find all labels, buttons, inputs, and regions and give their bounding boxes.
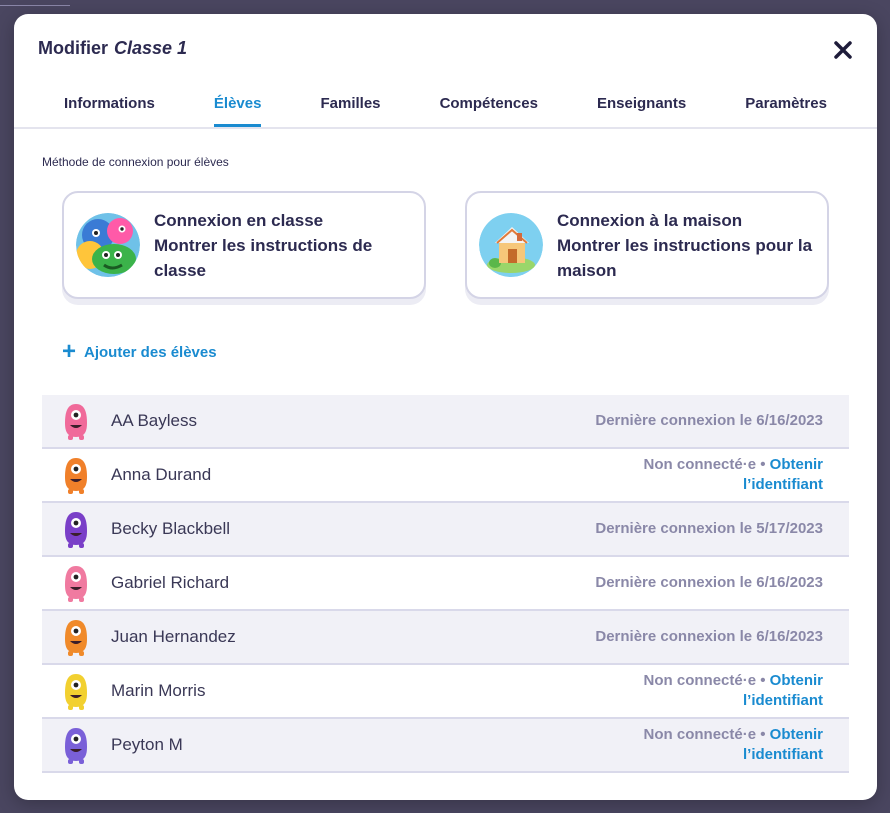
separator-dot: • [756, 726, 770, 743]
class-login-subtitle: Montrer les instructions de classe [154, 235, 373, 280]
student-row[interactable]: Anna Durand Non connecté·e • Obtenir l’id… [42, 449, 849, 503]
login-status-text: Dernière connexion le 6/16/2023 [595, 574, 823, 591]
modal-header: Modifier Classe 1 Informations Élèves Fam… [14, 14, 877, 129]
tab-eleves[interactable]: Élèves [213, 94, 262, 127]
login-status-text: Dernière connexion le 6/16/2023 [595, 628, 823, 645]
add-students-button[interactable]: + Ajouter des élèves [62, 338, 217, 365]
class-name: Classe 1 [114, 38, 188, 58]
backdrop [0, 0, 70, 6]
tab-competences[interactable]: Compétences [440, 94, 538, 127]
plus-icon: + [62, 338, 77, 365]
student-list: AA Bayless Dernière connexion le 6/16/202… [42, 395, 849, 773]
login-status: Non connecté·e • Obtenir l’identifiant [623, 455, 823, 495]
modal-title: Modifier Classe 1 [38, 38, 187, 59]
home-login-text: Connexion à la maison Montrer les instru… [557, 208, 827, 283]
student-name: Marin Morris [111, 681, 206, 700]
login-status: Dernière connexion le 6/16/2023 [595, 411, 823, 431]
add-students-label: Ajouter des élèves [84, 343, 217, 361]
login-status: Non connecté·e • Obtenir l’identifiant [623, 725, 823, 765]
tab-enseignants[interactable]: Enseignants [597, 94, 686, 127]
student-row[interactable]: Marin Morris Non connecté·e • Obtenir l’i… [42, 665, 849, 719]
tab-informations[interactable]: Informations [64, 94, 155, 127]
student-name: Gabriel Richard [111, 573, 230, 592]
tab-familles[interactable]: Familles [320, 94, 380, 127]
monster-avatar-icon [61, 563, 91, 603]
home-login-title: Connexion à la maison [557, 210, 743, 230]
separator-dot: • [756, 672, 770, 689]
class-login-title: Connexion en classe [154, 210, 324, 230]
monster-avatar-icon [61, 725, 91, 765]
student-row[interactable]: AA Bayless Dernière connexion le 6/16/202… [42, 395, 849, 449]
login-status: Dernière connexion le 6/16/2023 [595, 627, 823, 647]
monster-avatar-icon [61, 671, 91, 711]
edit-class-modal: Modifier Classe 1 Informations Élèves Fam… [14, 14, 877, 800]
home-login-card[interactable]: Connexion à la maison Montrer les instru… [465, 191, 829, 299]
monster-avatar-icon [61, 455, 91, 495]
tab-bar: Informations Élèves Familles Compétences… [38, 94, 853, 129]
login-status: Dernière connexion le 6/16/2023 [595, 573, 823, 593]
student-name: Juan Hernandez [111, 627, 236, 646]
student-name: Becky Blackbell [111, 519, 231, 538]
separator-dot: • [756, 456, 770, 473]
login-method-label: Méthode de connexion pour élèves [42, 155, 229, 169]
student-name: AA Bayless [111, 411, 197, 430]
student-name: Anna Durand [111, 465, 212, 484]
monster-avatar-icon [61, 509, 91, 549]
login-status-text: Dernière connexion le 6/16/2023 [595, 412, 823, 429]
class-login-card[interactable]: Connexion en classe Montrer les instruct… [62, 191, 426, 299]
title-prefix: Modifier [38, 38, 108, 58]
student-name: Peyton M [111, 735, 183, 754]
student-row[interactable]: Gabriel Richard Dernière connexion le 6/1… [42, 557, 849, 611]
monsters-group-icon [76, 213, 140, 277]
student-row[interactable]: Juan Hernandez Dernière connexion le 6/16… [42, 611, 849, 665]
login-status: Non connecté·e • Obtenir l’identifiant [623, 671, 823, 711]
close-icon[interactable] [831, 38, 855, 62]
login-status-text: Non connecté·e [643, 726, 757, 743]
login-status-text: Non connecté·e [643, 456, 757, 473]
login-status-text: Non connecté·e [643, 672, 757, 689]
student-row[interactable]: Peyton M Non connecté·e • Obtenir l’ident… [42, 719, 849, 773]
student-row[interactable]: Becky Blackbell Dernière connexion le 5/1… [42, 503, 849, 557]
house-icon [479, 213, 543, 277]
class-login-text: Connexion en classe Montrer les instruct… [154, 208, 424, 283]
login-status-text: Dernière connexion le 5/17/2023 [595, 520, 823, 537]
monster-avatar-icon [61, 401, 91, 441]
home-login-subtitle: Montrer les instructions pour la maison [557, 235, 813, 280]
monster-avatar-icon [61, 617, 91, 657]
tab-parametres[interactable]: Paramètres [745, 94, 827, 127]
login-status: Dernière connexion le 5/17/2023 [595, 519, 823, 539]
